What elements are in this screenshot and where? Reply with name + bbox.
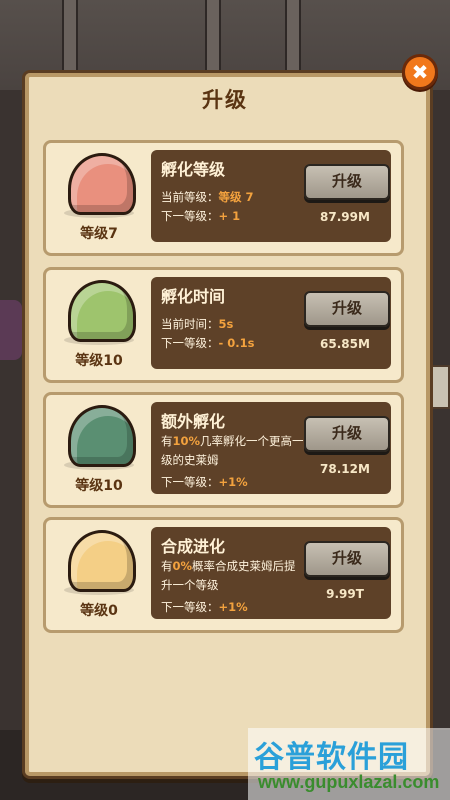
pink-slime-icon bbox=[68, 153, 136, 215]
upgrade-cost: 9.99T bbox=[326, 587, 364, 601]
upgrade-info: 孵化时间 当前时间：5s 下一等级：- 0.1s 升级 65.85M bbox=[151, 277, 391, 369]
next-value: +1% bbox=[218, 600, 248, 614]
next-line: 下一等级：+ 1 bbox=[161, 208, 240, 224]
dialog-title: 升级 bbox=[202, 88, 248, 112]
upgrade-card-extra-hatch: 等级10 额外孵化 有10%几率孵化一个更高一级的史莱姆 下一等级：+1% 升级… bbox=[43, 392, 404, 508]
next-value: + 1 bbox=[218, 209, 241, 223]
next-line: 下一等级：+1% bbox=[161, 474, 248, 490]
level-label: 等级10 bbox=[75, 353, 123, 369]
slime-icon-area: 等级0 bbox=[54, 526, 144, 622]
next-label: 下一等级： bbox=[161, 475, 219, 489]
upgrade-name: 孵化等级 bbox=[161, 160, 226, 179]
next-value: - 0.1s bbox=[218, 336, 255, 350]
upgrade-name: 孵化时间 bbox=[161, 287, 226, 306]
upgrade-cost: 87.99M bbox=[320, 210, 370, 224]
teal-slime-icon bbox=[68, 405, 136, 467]
next-label: 下一等级： bbox=[161, 600, 219, 614]
next-value: +1% bbox=[218, 475, 248, 489]
pillar bbox=[285, 0, 301, 80]
level-label: 等级7 bbox=[80, 226, 118, 242]
next-label: 下一等级： bbox=[161, 336, 219, 350]
background-decoration bbox=[0, 300, 22, 360]
upgrade-button[interactable]: 升级 bbox=[304, 541, 390, 577]
next-line: 下一等级：+1% bbox=[161, 599, 248, 615]
green-slime-icon bbox=[68, 280, 136, 342]
yellow-slime-icon bbox=[68, 530, 136, 592]
current-label: 当前时间： bbox=[161, 317, 219, 331]
upgrade-info: 额外孵化 有10%几率孵化一个更高一级的史莱姆 下一等级：+1% 升级 78.1… bbox=[151, 402, 391, 494]
current-line: 当前等级：等级 7 bbox=[161, 189, 254, 205]
upgrade-card-hatch-time: 等级10 孵化时间 当前时间：5s 下一等级：- 0.1s 升级 65.85M bbox=[43, 267, 404, 383]
slime-icon-area: 等级10 bbox=[54, 401, 144, 497]
upgrade-name: 额外孵化 bbox=[161, 412, 226, 431]
next-line: 下一等级：- 0.1s bbox=[161, 335, 255, 351]
pillar bbox=[62, 0, 78, 80]
level-label: 等级0 bbox=[80, 603, 118, 619]
watermark-url: www.gupuxlazal.com bbox=[258, 772, 440, 792]
upgrade-description: 有0%概率合成史莱姆后提升一个等级 bbox=[161, 559, 296, 592]
upgrade-button[interactable]: 升级 bbox=[304, 291, 390, 327]
level-label: 等级10 bbox=[75, 478, 123, 494]
current-value: 等级 7 bbox=[218, 190, 254, 204]
upgrade-info: 合成进化 有0%概率合成史莱姆后提升一个等级 下一等级：+1% 升级 9.99T bbox=[151, 527, 391, 619]
current-line: 当前时间：5s bbox=[161, 316, 233, 332]
slime-icon-area: 等级10 bbox=[54, 276, 144, 372]
watermark: 谷普软件园 www.gupuxlazal.com bbox=[248, 728, 450, 800]
slime-icon-area: 等级7 bbox=[54, 149, 144, 245]
pillar bbox=[205, 0, 221, 80]
upgrade-button[interactable]: 升级 bbox=[304, 416, 390, 452]
upgrade-cost: 78.12M bbox=[320, 462, 370, 476]
background-decoration bbox=[430, 365, 450, 409]
upgrade-name: 合成进化 bbox=[161, 537, 226, 556]
next-label: 下一等级： bbox=[161, 209, 219, 223]
close-icon: ✖ bbox=[411, 60, 429, 84]
chance-value: 0% bbox=[172, 559, 193, 573]
watermark-text: 谷普软件园 bbox=[254, 740, 409, 775]
upgrade-info: 孵化等级 当前等级：等级 7 下一等级：+ 1 升级 87.99M bbox=[151, 150, 391, 242]
upgrade-card-hatch-level: 等级7 孵化等级 当前等级：等级 7 下一等级：+ 1 升级 87.99M bbox=[43, 140, 404, 256]
current-label: 当前等级： bbox=[161, 190, 219, 204]
upgrade-card-merge-evolve: 等级0 合成进化 有0%概率合成史莱姆后提升一个等级 下一等级：+1% 升级 9… bbox=[43, 517, 404, 633]
upgrade-description: 有10%几率孵化一个更高一级的史莱姆 bbox=[161, 434, 304, 467]
upgrade-button[interactable]: 升级 bbox=[304, 164, 390, 200]
chance-value: 10% bbox=[172, 434, 201, 448]
upgrade-cost: 65.85M bbox=[320, 337, 370, 351]
close-button[interactable]: ✖ bbox=[402, 54, 438, 90]
current-value: 5s bbox=[218, 317, 234, 331]
